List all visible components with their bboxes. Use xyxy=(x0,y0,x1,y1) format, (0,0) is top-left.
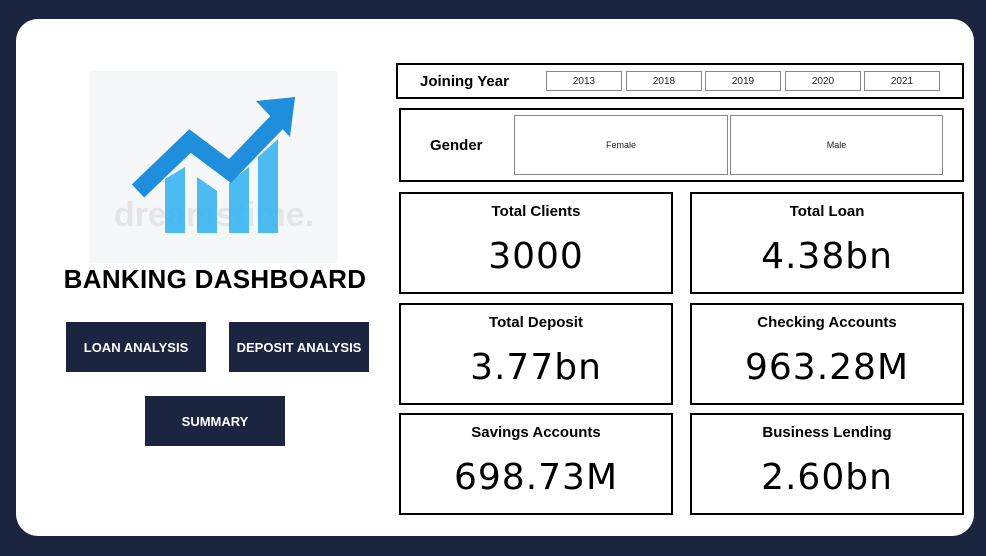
dashboard-title: BANKING DASHBOARD xyxy=(63,264,367,294)
kpi-card-total-loan: Total Loan 4.38bn xyxy=(690,192,964,294)
year-option-2013[interactable]: 2013 xyxy=(546,71,622,91)
year-option-2021[interactable]: 2021 xyxy=(864,71,940,91)
joining-year-title: Joining Year xyxy=(420,73,509,90)
year-option-2018[interactable]: 2018 xyxy=(626,71,702,91)
kpi-card-total-deposit: Total Deposit 3.77bn xyxy=(399,303,673,405)
loan-analysis-button[interactable]: LOAN ANALYSIS xyxy=(66,322,206,372)
kpi-label: Total Deposit xyxy=(489,314,583,331)
kpi-label: Savings Accounts xyxy=(471,424,601,441)
summary-button[interactable]: SUMMARY xyxy=(145,396,285,446)
kpi-value: 2.60bn xyxy=(761,457,893,498)
kpi-value: 4.38bn xyxy=(761,236,893,277)
joining-year-slicer: Joining Year 2013 2018 2019 2020 2021 xyxy=(396,63,964,99)
kpi-label: Total Clients xyxy=(491,203,581,220)
deposit-analysis-button[interactable]: DEPOSIT ANALYSIS xyxy=(229,322,369,372)
kpi-card-checking-accounts: Checking Accounts 963.28M xyxy=(690,303,964,405)
kpi-card-total-clients: Total Clients 3000 xyxy=(399,192,673,294)
kpi-value: 698.73M xyxy=(453,457,619,498)
chart-growth-logo: dreamstime. xyxy=(90,71,338,263)
gender-title: Gender xyxy=(430,137,483,154)
kpi-label: Total Loan xyxy=(789,203,865,220)
kpi-card-business-lending: Business Lending 2.60bn xyxy=(690,413,964,515)
gender-slicer: Gender Female Male xyxy=(399,108,964,182)
gender-option-male[interactable]: Male xyxy=(730,115,943,175)
gender-option-female[interactable]: Female xyxy=(514,115,728,175)
kpi-label: Checking Accounts xyxy=(757,314,897,331)
year-option-2020[interactable]: 2020 xyxy=(785,71,861,91)
year-option-2019[interactable]: 2019 xyxy=(705,71,781,91)
kpi-value: 3.77bn xyxy=(470,347,602,388)
kpi-value: 963.28M xyxy=(744,347,910,388)
kpi-label: Business Lending xyxy=(762,424,892,441)
kpi-value: 3000 xyxy=(488,236,584,277)
trend-arrow-icon: dreamstime. xyxy=(114,97,314,234)
kpi-card-savings-accounts: Savings Accounts 698.73M xyxy=(399,413,673,515)
